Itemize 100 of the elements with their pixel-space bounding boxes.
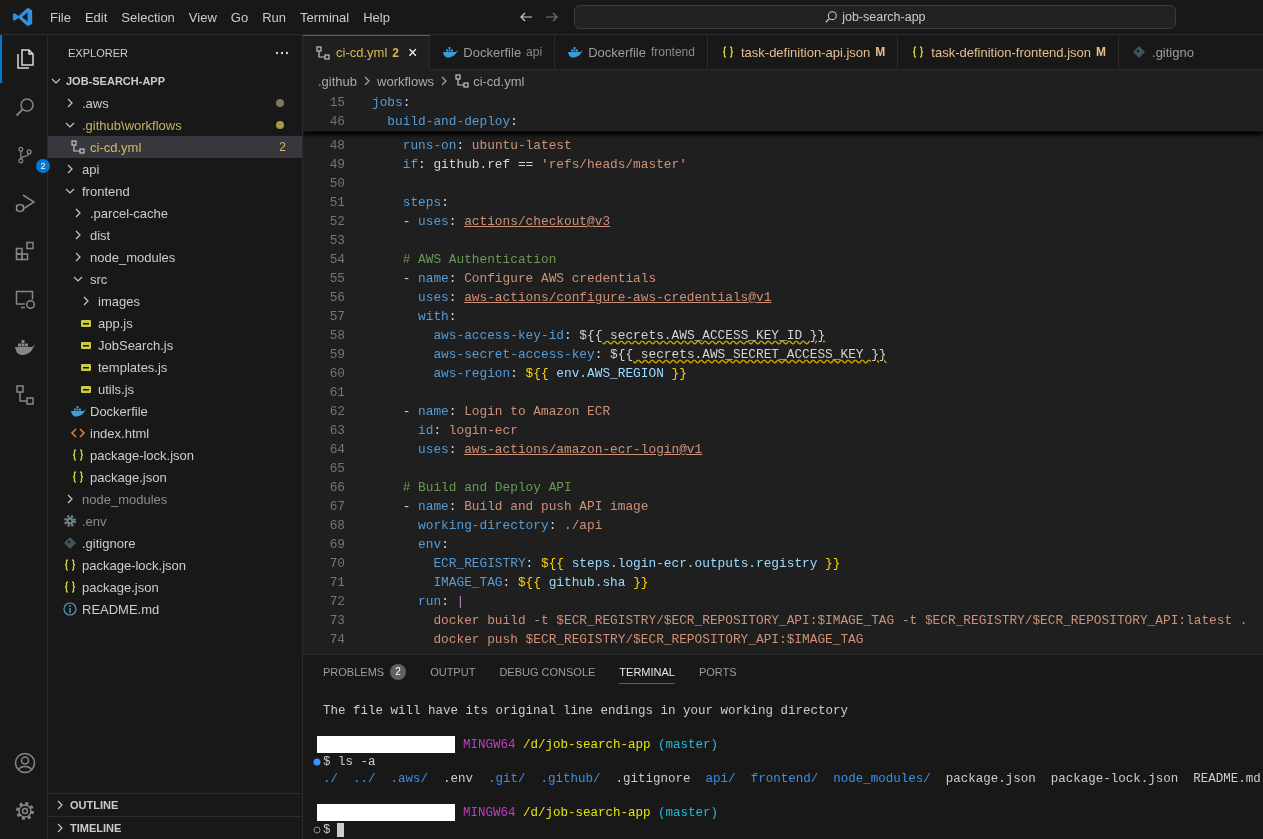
code-line: env: xyxy=(417,536,449,554)
tree-item[interactable]: .aws xyxy=(48,92,302,114)
menu-item[interactable]: Terminal xyxy=(293,5,357,29)
command-center[interactable]: job-search-app xyxy=(573,5,1176,29)
diamond-icon xyxy=(62,535,78,551)
tree-item[interactable]: api xyxy=(48,158,302,180)
tree-item[interactable]: package-lock.json xyxy=(48,444,302,466)
tree-item[interactable]: app.js xyxy=(48,312,302,334)
panel-tab[interactable]: DEBUG CONSOLE xyxy=(499,661,596,684)
count-badge: 2 xyxy=(390,664,407,680)
braces-icon xyxy=(62,579,78,595)
panel-tab[interactable]: OUTPUT xyxy=(430,661,476,684)
line-number: 63 xyxy=(328,422,346,440)
whale-icon xyxy=(442,44,459,60)
line-number: 58 xyxy=(328,327,346,345)
code-line: uses: aws-actions/configure-aws-credentials@v1 xyxy=(417,289,772,307)
directory-entry: .github/ xyxy=(540,771,601,786)
panel-tab[interactable]: PORTS xyxy=(698,661,737,684)
nodes-icon xyxy=(70,139,86,155)
code-line: ECR_REGISTRY: ${{ steps.login-ecr.outputs.registry }} xyxy=(432,555,841,573)
line-number: 53 xyxy=(328,232,346,250)
menu-item[interactable]: Go xyxy=(223,5,256,29)
tree-item[interactable]: templates.js xyxy=(48,356,302,378)
menu-item[interactable]: Edit xyxy=(77,5,115,29)
tab[interactable]: ci-cd.yml 2 × xyxy=(303,35,431,70)
tree-item[interactable]: utils.js xyxy=(48,378,302,400)
line-number: 74 xyxy=(328,631,346,649)
panel-tab[interactable]: PROBLEMS 2 xyxy=(323,661,407,684)
breadcrumb-item[interactable]: workflows xyxy=(377,73,435,89)
code-line: working-directory: ./api xyxy=(417,517,603,535)
line-number: 52 xyxy=(328,213,346,231)
code-line: IMAGE_TAG: ${{ github.sha }} xyxy=(432,574,649,592)
terminal-line: $ xyxy=(323,822,331,837)
gear-icon xyxy=(62,513,78,529)
directory-entry: .git/ xyxy=(488,771,526,786)
close-button[interactable]: × xyxy=(407,43,418,62)
tab[interactable]: task-definition-api.json M xyxy=(707,35,899,70)
code-line: if: github.ref == 'refs/heads/master' xyxy=(401,156,687,174)
tree-item[interactable]: .github\workflows xyxy=(48,114,302,136)
tree-item[interactable]: package.json xyxy=(48,466,302,488)
directory-entry: .aws/ xyxy=(390,771,429,786)
tab[interactable]: .gitigno xyxy=(1119,35,1263,70)
braces-icon xyxy=(70,447,86,463)
terminal-line: The file will have its original line endings in your working directory xyxy=(323,703,849,718)
tree-item[interactable]: ci-cd.yml 2 xyxy=(48,136,302,158)
directory-entry: ../ xyxy=(353,771,376,786)
menu-item[interactable]: Help xyxy=(356,5,397,29)
count-badge: 2 xyxy=(36,159,50,173)
section-header[interactable]: TIMELINE xyxy=(48,816,302,839)
line-number: 73 xyxy=(328,612,346,630)
code-line: - name: Login to Amazon ECR xyxy=(401,403,611,421)
line-number: 57 xyxy=(328,308,346,326)
tree-item[interactable]: .parcel-cache xyxy=(48,202,302,224)
menu-item[interactable]: View xyxy=(181,5,224,29)
tree-item[interactable]: README.md xyxy=(48,598,302,620)
code-line: build-and-deploy: xyxy=(386,113,518,131)
tree-item[interactable]: package-lock.json xyxy=(48,554,302,576)
tree-item[interactable]: frontend xyxy=(48,180,302,202)
code-line: - name: Configure AWS credentials xyxy=(401,270,657,288)
braces-icon xyxy=(70,469,86,485)
tree-item[interactable]: images xyxy=(48,290,302,312)
code-line: - uses: actions/checkout@v3 xyxy=(401,213,611,231)
tab[interactable]: task-definition-frontend.json M xyxy=(898,35,1120,70)
tree-item[interactable]: src xyxy=(48,268,302,290)
breadcrumb-item[interactable]: .github xyxy=(318,73,358,89)
line-number: 50 xyxy=(328,175,346,193)
tree-item[interactable]: package.json xyxy=(48,576,302,598)
tree-item[interactable]: JobSearch.js xyxy=(48,334,302,356)
code-line: # Build and Deploy API xyxy=(401,479,572,497)
tree-item[interactable]: Dockerfile xyxy=(48,400,302,422)
directory-path: /d/job-search-app xyxy=(523,805,651,820)
play-bug-icon[interactable] xyxy=(12,191,37,215)
tab[interactable]: Dockerfile api xyxy=(430,35,556,70)
tree-item[interactable]: index.html xyxy=(48,422,302,444)
tree-item[interactable]: .env xyxy=(48,510,302,532)
panel-tab[interactable]: TERMINAL xyxy=(619,661,675,684)
tree-header[interactable]: JOB-SEARCH-APP xyxy=(48,70,302,92)
menu-item[interactable]: Run xyxy=(255,5,293,29)
tree-item[interactable]: .gitignore xyxy=(48,532,302,554)
line-number: 72 xyxy=(328,593,346,611)
tab[interactable]: Dockerfile frontend xyxy=(555,35,708,70)
menu-item[interactable]: Selection xyxy=(114,5,182,29)
terminal-line: $ ls -a xyxy=(323,754,376,769)
tree-item[interactable]: node_modules xyxy=(48,488,302,510)
nodes-icon xyxy=(454,73,471,89)
tree-item[interactable]: node_modules xyxy=(48,246,302,268)
line-number: 48 xyxy=(328,137,346,155)
code-line: docker build -t $ECR_REGISTRY/$ECR_REPOSITORY_API:$IMAGE_TAG -t $ECR_REGISTRY/$ECR_REPOSITORY_API:latest . xyxy=(432,612,1248,630)
file-entry: package.json xyxy=(945,771,1036,786)
code-line: # AWS Authentication xyxy=(401,251,557,269)
section-header[interactable]: OUTLINE xyxy=(48,793,302,816)
breadcrumb-item[interactable]: ci-cd.yml xyxy=(454,73,525,89)
line-number: 69 xyxy=(328,536,346,554)
directory-entry: ./ xyxy=(323,771,338,786)
directory-entry: api/ xyxy=(705,771,736,786)
code-line: steps: xyxy=(401,194,449,212)
menu-item[interactable]: File xyxy=(43,5,78,29)
shell-name: MINGW64 xyxy=(463,805,516,820)
account-icon[interactable] xyxy=(12,751,37,775)
tree-item[interactable]: dist xyxy=(48,224,302,246)
